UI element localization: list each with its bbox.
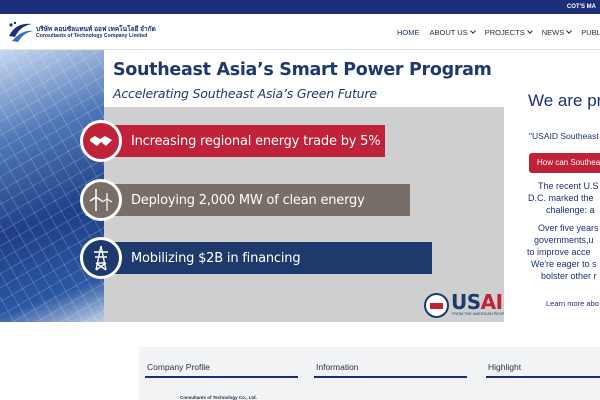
highlight-divider: [486, 376, 600, 378]
slide-heading: We are pro: [528, 91, 600, 110]
stat-financing: Mobilizing $2B in financing: [85, 242, 432, 274]
top-bar-link[interactable]: COT'S MA: [563, 0, 600, 14]
slide-paragraph-line: bolster other r: [541, 271, 597, 281]
hero-banner[interactable]: Southeast Asia’s Smart Power Program Acc…: [0, 50, 600, 322]
company-profile-text: Consultants of Technology Co., Ltd.: [180, 395, 257, 400]
top-bar: COT'S MA: [0, 0, 600, 14]
company-profile-divider: [145, 376, 298, 378]
site-header: บริษัท คอนซัลแทนท์ ออฟ เทคโนโลยี จำกัด C…: [0, 14, 600, 50]
nav-about-us[interactable]: ABOUT US: [425, 26, 480, 38]
chevron-down-icon: [526, 27, 533, 34]
slide-text-panel: We are pro "USAID Southeast A How can So…: [504, 50, 600, 322]
information-divider: [314, 376, 467, 378]
slide-paragraph-line: governments,u: [534, 235, 594, 245]
logo-icon: [9, 21, 34, 42]
stat-energy-trade-text: Increasing regional energy trade by 5%: [131, 133, 381, 149]
slide-paragraph-line: to improve acce: [527, 247, 591, 257]
info-section: [139, 347, 600, 400]
slide-paragraph-line: challenge: a: [546, 205, 595, 215]
stat-clean-energy-text: Deploying 2,000 MW of clean energy: [131, 192, 365, 208]
slide-paragraph-line: The recent U.S: [538, 181, 599, 191]
stat-clean-energy: Deploying 2,000 MW of clean energy: [85, 184, 410, 216]
nav-news-label: NEWS: [541, 27, 565, 37]
nav-projects[interactable]: PROJECTS: [480, 26, 537, 38]
usaid-seal-icon: [424, 293, 449, 318]
company-name-english: Consultants of Technology Company Limite…: [36, 33, 148, 39]
company-logo[interactable]: [6, 20, 36, 44]
main-nav: HOME ABOUT US PROJECTS NEWS PUBLICA: [392, 26, 600, 38]
usaid-tagline: FROM THE AMERICAN PEOPLE: [452, 312, 509, 316]
nav-publications-label: PUBLICA: [581, 27, 600, 37]
nav-home[interactable]: HOME: [392, 26, 425, 38]
highlight-title: Highlight: [488, 362, 522, 372]
banner-title: Southeast Asia’s Smart Power Program: [113, 60, 492, 80]
handshake-icon: [80, 120, 122, 162]
nav-about-us-label: ABOUT US: [429, 27, 468, 37]
slide-cta-button[interactable]: How can Southeas: [529, 153, 600, 173]
company-profile-title: Company Profile: [147, 362, 210, 372]
nav-news[interactable]: NEWS: [537, 26, 577, 38]
usaid-logo-us: US: [451, 290, 481, 314]
wind-turbine-icon: [80, 179, 122, 221]
banner-subtitle: Accelerating Southeast Asia’s Green Futu…: [113, 86, 377, 101]
slide-paragraph-line: D.C. marked the: [528, 193, 594, 203]
stat-energy-trade: Increasing regional energy trade by 5%: [85, 125, 385, 157]
chevron-down-icon: [469, 27, 476, 34]
power-tower-icon: [80, 237, 122, 279]
learn-more-link[interactable]: Learn more abo: [546, 299, 599, 308]
chevron-down-icon: [566, 27, 573, 34]
nav-publications[interactable]: PUBLICA: [576, 26, 600, 38]
slide-quote: "USAID Southeast A: [529, 131, 600, 141]
information-title: Information: [316, 362, 359, 372]
nav-home-label: HOME: [397, 27, 420, 37]
slide-paragraph-line: Over five years: [538, 223, 599, 233]
slide-paragraph-line: We're eager to s: [531, 259, 597, 269]
nav-projects-label: PROJECTS: [484, 27, 525, 37]
